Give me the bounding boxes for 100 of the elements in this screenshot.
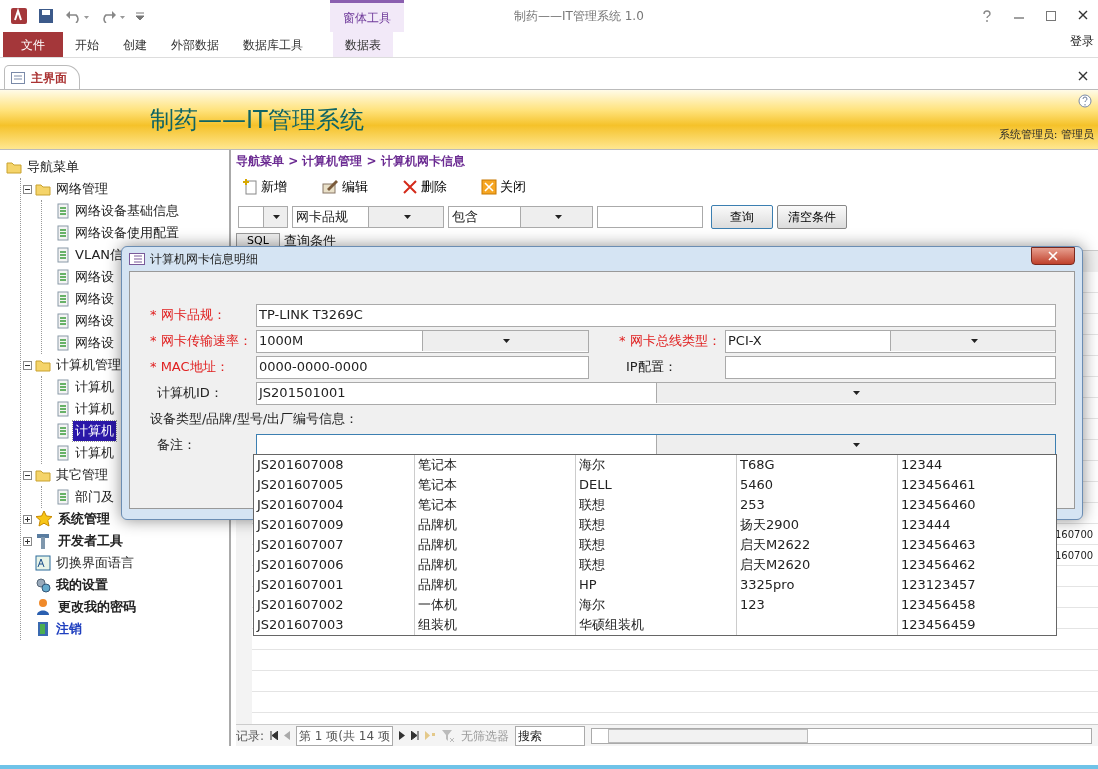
save-icon[interactable] <box>38 8 54 24</box>
toolbar-button[interactable]: 关闭 <box>481 177 526 197</box>
list-cell[interactable]: 扬天2900 <box>737 515 898 535</box>
close-icon[interactable] <box>1078 10 1088 20</box>
list-cell[interactable]: 联想 <box>576 495 737 515</box>
list-cell[interactable]: JS201607008 <box>254 455 415 475</box>
list-cell[interactable]: 海尔 <box>576 595 737 615</box>
tree-item[interactable]: 导航菜单 <box>25 157 81 177</box>
list-cell[interactable]: 品牌机 <box>415 575 576 595</box>
list-cell[interactable]: 启天M2620 <box>737 555 898 575</box>
list-cell[interactable]: 5460 <box>737 475 898 495</box>
collapse-icon[interactable] <box>23 470 32 480</box>
toolbar-button[interactable]: 新增 <box>242 177 287 197</box>
list-cell[interactable]: 启天M2622 <box>737 535 898 555</box>
toolbar-button[interactable]: 编辑 <box>321 177 368 197</box>
list-cell[interactable]: 123456458 <box>898 595 1059 615</box>
tree-item[interactable]: 计算机 <box>73 421 116 441</box>
list-cell[interactable]: 123456461 <box>898 475 1059 495</box>
list-cell[interactable]: 笔记本 <box>415 495 576 515</box>
combo-box[interactable]: JS201501001 <box>256 381 1056 405</box>
list-cell[interactable]: 笔记本 <box>415 455 576 475</box>
tree-item[interactable]: 网络设 <box>73 333 116 353</box>
scrollbar-thumb[interactable] <box>607 728 808 743</box>
input-field[interactable] <box>725 355 1056 379</box>
list-cell[interactable]: JS201607009 <box>254 515 415 535</box>
list-cell[interactable]: 123456460 <box>898 495 1059 515</box>
list-cell[interactable]: JS201607001 <box>254 575 415 595</box>
list-cell[interactable]: 品牌机 <box>415 515 576 535</box>
list-cell[interactable]: 123123457 <box>898 575 1059 595</box>
tree-item[interactable]: 部门及 <box>73 487 116 507</box>
tree-item[interactable]: 更改我的密码 <box>56 597 138 617</box>
list-cell[interactable]: JS201607006 <box>254 555 415 575</box>
list-cell[interactable]: 123 <box>737 595 898 615</box>
tree-item[interactable]: 网络设 <box>73 289 116 309</box>
tree-item[interactable]: 注销 <box>54 619 84 639</box>
list-cell[interactable]: 华硕组装机 <box>576 615 737 635</box>
tree-item[interactable]: 切换界面语言 <box>54 553 136 573</box>
list-cell[interactable]: 12344 <box>898 455 1059 475</box>
list-cell[interactable]: 品牌机 <box>415 555 576 575</box>
first-record-icon[interactable] <box>270 731 279 740</box>
last-record-icon[interactable] <box>410 731 419 740</box>
help-icon[interactable] <box>982 10 992 22</box>
list-cell[interactable]: 253 <box>737 495 898 515</box>
list-cell[interactable]: JS201607002 <box>254 595 415 615</box>
ribbon-tab[interactable]: 数据库工具 <box>231 32 315 57</box>
list-cell[interactable]: 组装机 <box>415 615 576 635</box>
list-cell[interactable]: T68G <box>737 455 898 475</box>
ribbon-tab[interactable]: 开始 <box>63 32 111 57</box>
list-cell[interactable]: JS201607005 <box>254 475 415 495</box>
undo-icon[interactable] <box>64 9 90 23</box>
maximize-icon[interactable] <box>1046 10 1056 22</box>
list-cell[interactable]: 海尔 <box>576 455 737 475</box>
ribbon-tab[interactable]: 数据表 <box>333 32 393 57</box>
list-cell[interactable]: 联想 <box>576 555 737 575</box>
record-position-field[interactable]: 第 1 项(共 14 项 <box>296 725 393 746</box>
list-cell[interactable]: 123456459 <box>898 615 1059 635</box>
close-icon[interactable] <box>1078 71 1088 81</box>
tree-item[interactable]: 网络设备基础信息 <box>73 201 181 221</box>
combo-box[interactable]: 1000M <box>256 329 589 353</box>
toolbar-button[interactable]: 删除 <box>402 177 447 197</box>
next-record-icon[interactable] <box>398 731 405 740</box>
tree-item[interactable]: 其它管理 <box>54 465 110 485</box>
redo-icon[interactable] <box>100 9 126 23</box>
combo-box[interactable]: 包含 <box>448 206 593 228</box>
collapse-icon[interactable] <box>23 360 32 370</box>
list-cell[interactable]: 笔记本 <box>415 475 576 495</box>
tree-item[interactable]: 网络设备使用配置 <box>73 223 181 243</box>
combo-box[interactable]: PCI-X <box>725 329 1056 353</box>
tree-item[interactable]: 计算机 <box>73 377 116 397</box>
collapse-icon[interactable] <box>23 184 32 194</box>
dropdown-list[interactable] <box>253 454 1057 636</box>
horizontal-scrollbar[interactable] <box>590 727 1092 744</box>
tree-item[interactable]: 计算机 <box>73 399 116 419</box>
tree-item[interactable]: 计算机管理 <box>54 355 123 375</box>
list-cell[interactable]: 联想 <box>576 535 737 555</box>
list-cell[interactable]: 联想 <box>576 515 737 535</box>
input-field[interactable]: 0000-0000-0000 <box>256 355 589 379</box>
list-cell[interactable]: 一体机 <box>415 595 576 615</box>
list-cell[interactable]: 品牌机 <box>415 535 576 555</box>
list-cell[interactable]: JS201607007 <box>254 535 415 555</box>
ribbon-tab[interactable]: 创建 <box>111 32 159 57</box>
tree-item[interactable]: 计算机 <box>73 443 116 463</box>
search-value-field[interactable] <box>597 206 703 228</box>
customize-icon[interactable] <box>136 12 144 20</box>
combo-box[interactable]: 网卡品规 <box>292 206 444 228</box>
filter-button[interactable]: 清空条件 <box>777 205 847 229</box>
search-field[interactable]: 搜索 <box>514 725 585 746</box>
list-cell[interactable]: HP <box>576 575 737 595</box>
close-button[interactable] <box>1031 247 1075 265</box>
tree-item[interactable]: 我的设置 <box>54 575 110 595</box>
tree-item[interactable]: 网络设 <box>73 311 116 331</box>
list-cell[interactable]: JS201607003 <box>254 615 415 635</box>
tree-item[interactable]: 系统管理 <box>56 509 112 529</box>
list-cell[interactable]: DELL <box>576 475 737 495</box>
ribbon-tab[interactable]: 文件 <box>3 32 63 57</box>
expand-icon[interactable] <box>23 536 32 546</box>
help-icon[interactable] <box>1078 94 1092 108</box>
list-cell[interactable]: JS201607004 <box>254 495 415 515</box>
tree-item[interactable]: 网络管理 <box>54 179 110 199</box>
document-tab[interactable]: 主界面 <box>4 65 80 89</box>
